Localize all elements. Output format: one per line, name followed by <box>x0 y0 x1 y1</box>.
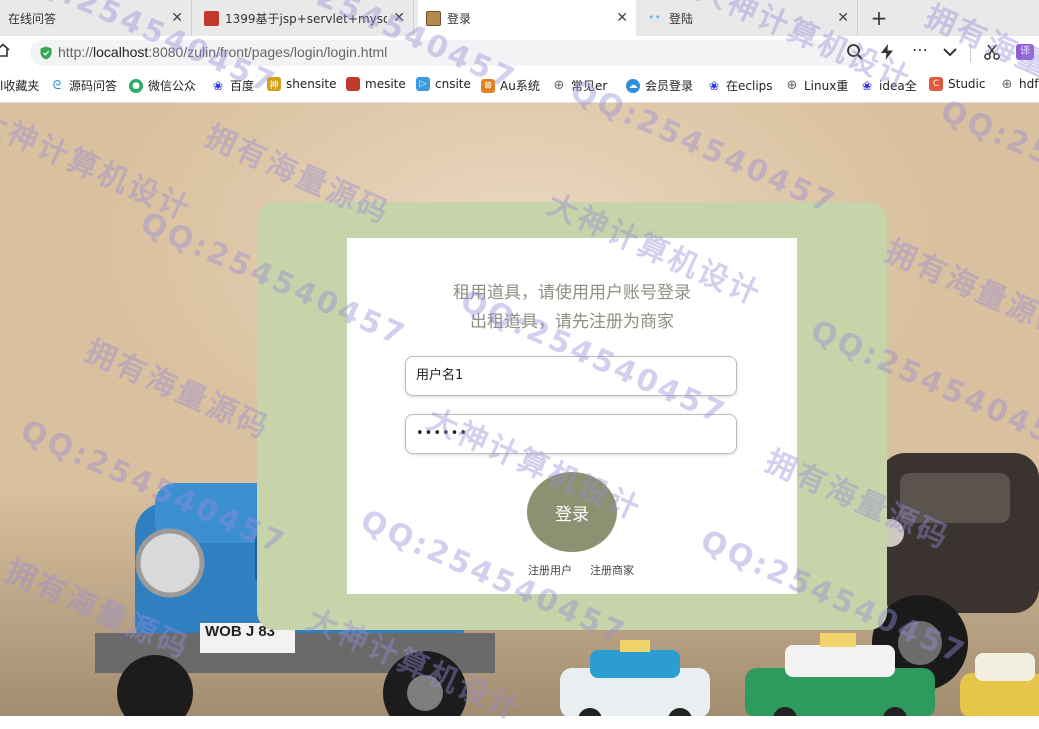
page-viewport: WOB J 83 租用道具，请使用用户账号登录 出租道具，请先注册为商家 用户名… <box>0 103 1039 716</box>
bookmark-label: 会员登录 <box>645 79 694 93</box>
bookmark-studio[interactable]: C Studic <box>929 77 991 91</box>
register-merchant-link[interactable]: 注册商家 <box>590 562 634 578</box>
tagline-merchant: 出租道具，请先注册为商家 <box>470 312 674 332</box>
bookmark-shensite[interactable]: 神 shensite <box>267 77 339 91</box>
bookmark-label: 百度 <box>230 79 255 93</box>
bookmark-au-system[interactable]: ⊠ Au系统 <box>481 77 543 94</box>
bookmark-eclipse[interactable]: ❀ 在eclips <box>707 77 775 94</box>
toy-taxi-yellow-image <box>960 653 1039 716</box>
login-card: 租用道具，请使用用户账号登录 出租道具，请先注册为商家 用户名1 •••••• … <box>257 202 887 630</box>
bookmark-label: 微信公众 <box>148 79 197 93</box>
close-icon[interactable]: ✕ <box>171 10 183 26</box>
url-text: http://localhost:8080/zulin/front/pages/… <box>58 44 387 60</box>
more-icon[interactable]: ⋯ <box>910 40 930 59</box>
loading-dots-icon: •• <box>648 10 661 24</box>
chevron-down-icon[interactable] <box>942 45 958 59</box>
bookmark-member-login[interactable]: ☁ 会员登录 <box>626 77 696 94</box>
toy-taxi-green-image <box>745 633 935 716</box>
bookmark-favorites[interactable]: l收藏夹 <box>0 77 46 94</box>
close-icon[interactable]: ✕ <box>616 10 628 26</box>
tab-project[interactable]: 1399基于jsp+servlet+mysql ✕ <box>196 0 414 36</box>
bookmarks-bar: l收藏夹 ᘓ 源码问答 ● 微信公众 ❀ 百度 神 shensite mesit… <box>0 68 1039 103</box>
site-favicon-icon <box>204 10 219 26</box>
bookmark-label: shensite <box>286 77 337 91</box>
baidu-paw-icon: ❀ <box>861 78 873 93</box>
close-icon[interactable]: ✕ <box>393 10 405 26</box>
bookmark-label: 在eclips <box>726 79 773 93</box>
shield-icon <box>40 46 52 60</box>
bookmark-label: 常见er <box>571 79 608 93</box>
tab-login-2[interactable]: •• 登陆 ✕ <box>640 0 858 36</box>
home-icon[interactable] <box>0 43 10 57</box>
username-input[interactable]: 用户名1 <box>405 356 737 396</box>
bookmark-source-qa[interactable]: ᘓ 源码问答 <box>50 77 124 94</box>
bookmark-label: Au系统 <box>500 79 540 93</box>
tagline-renter: 租用道具，请使用用户账号登录 <box>453 283 691 303</box>
url-path: :8080/zulin/front/pages/login/login.html <box>148 44 388 60</box>
tab-online-qa[interactable]: 在线问答 ✕ <box>0 0 192 36</box>
site-icon: C <box>929 77 943 91</box>
baidu-paw-icon: ❀ <box>708 78 720 93</box>
tab-label: 登录 <box>447 11 472 26</box>
wechat-icon: ● <box>129 78 143 93</box>
bookmark-cnsite[interactable]: ▷ cnsite <box>416 77 474 91</box>
url-field[interactable]: http://localhost:8080/zulin/front/pages/… <box>30 40 865 66</box>
divider <box>970 42 971 62</box>
tab-label: 1399基于jsp+servlet+mysql <box>225 11 388 26</box>
translate-extension-icon[interactable]: 译 <box>1016 44 1034 60</box>
tab-label: 在线问答 <box>8 11 57 26</box>
scissors-icon[interactable] <box>983 43 1001 61</box>
tab-login-active[interactable]: 登录 ✕ <box>418 0 636 36</box>
bookmark-hdf[interactable]: ⊕ hdf <box>1000 77 1039 91</box>
bookmark-label: l收藏夹 <box>0 79 40 93</box>
globe-icon: ⊕ <box>786 78 798 93</box>
baidu-paw-icon: ❀ <box>212 78 224 93</box>
password-input[interactable]: •••••• <box>405 414 737 454</box>
bookmark-mesite[interactable]: mesite <box>346 77 408 91</box>
bookmark-wechat[interactable]: ● 微信公众 <box>129 77 199 94</box>
zoom-icon[interactable] <box>846 43 864 61</box>
cloud-icon: ☁ <box>626 78 640 93</box>
new-tab-button[interactable]: + <box>868 6 890 30</box>
site-icon: ▷ <box>416 77 430 91</box>
bookmark-label: cnsite <box>435 77 471 91</box>
site-icon: 神 <box>267 77 281 91</box>
bookmark-label: 源码问答 <box>69 79 118 93</box>
url-host: localhost <box>93 44 149 60</box>
tab-label: 登陆 <box>669 11 694 26</box>
bookmark-idea[interactable]: ❀ idea全 <box>860 77 920 94</box>
bookmark-baidu[interactable]: ❀ 百度 <box>211 77 261 94</box>
register-user-link[interactable]: 注册用户 <box>528 562 572 578</box>
login-button[interactable]: 登录 <box>527 472 617 552</box>
site-icon <box>346 77 360 91</box>
bookmark-common-errors[interactable]: ⊕ 常见er <box>552 77 614 94</box>
image-favicon-icon <box>426 10 441 26</box>
tab-bar: 在线问答 ✕ 1399基于jsp+servlet+mysql ✕ 登录 ✕ ••… <box>0 0 1039 37</box>
login-panel: 租用道具，请使用用户账号登录 出租道具，请先注册为商家 用户名1 •••••• … <box>347 238 797 594</box>
toy-taxi-image <box>560 640 710 716</box>
bookmark-label: mesite <box>365 77 406 91</box>
close-icon[interactable]: ✕ <box>837 10 849 26</box>
bookmark-label: Linux重 <box>804 79 849 93</box>
bookmark-label: hdf <box>1019 77 1039 91</box>
globe-icon: ⊕ <box>553 78 565 93</box>
address-bar: http://localhost:8080/zulin/front/pages/… <box>0 36 1039 68</box>
site-icon: ⊠ <box>481 78 495 93</box>
url-scheme: http:// <box>58 44 94 60</box>
bookmark-label: Studic <box>948 77 986 91</box>
bookmark-label: idea全 <box>879 79 917 93</box>
bookmark-linux[interactable]: ⊕ Linux重 <box>785 77 851 94</box>
lightning-icon[interactable] <box>878 43 896 61</box>
swirl-icon: ᘓ <box>52 78 62 92</box>
globe-icon: ⊕ <box>1001 77 1013 91</box>
